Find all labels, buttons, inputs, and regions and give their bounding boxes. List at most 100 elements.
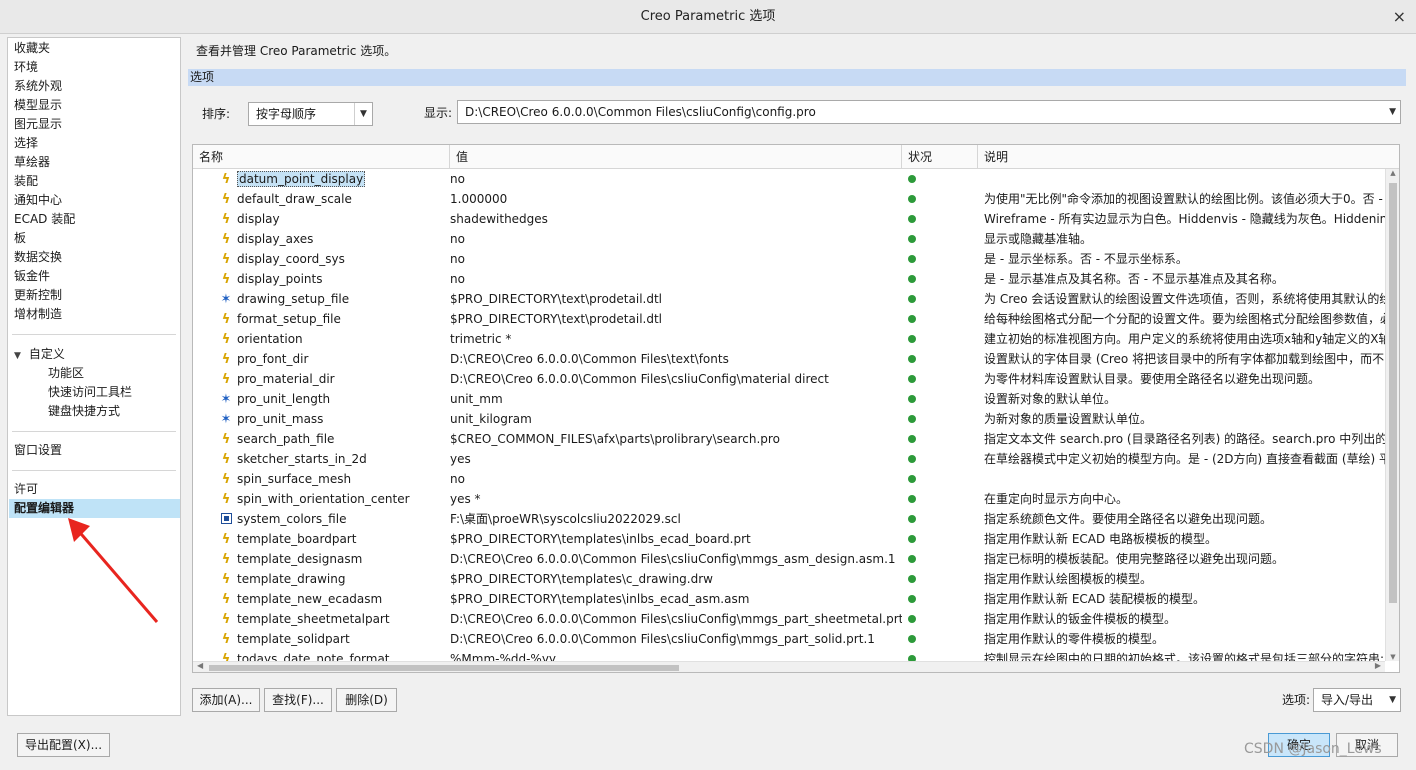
- option-name[interactable]: search_path_file: [237, 429, 445, 449]
- option-name[interactable]: default_draw_scale: [237, 189, 445, 209]
- close-icon[interactable]: ×: [1393, 0, 1406, 34]
- table-row[interactable]: ϟ orientation trimetric * 建立初始的标准视图方向。用户定义的…: [193, 329, 1385, 349]
- export-config-button[interactable]: 导出配置(X)...: [17, 733, 110, 757]
- column-header-status[interactable]: 状况: [902, 145, 978, 169]
- option-value[interactable]: D:\CREO\Creo 6.0.0.0\Common Files\csliuC…: [450, 369, 902, 389]
- option-name[interactable]: display_axes: [237, 229, 445, 249]
- nav-item-quick-access[interactable]: 快速访问工具栏: [48, 383, 132, 402]
- nav-item[interactable]: ECAD 装配: [14, 210, 75, 229]
- table-row[interactable]: ϟ display shadewithedges Wireframe - 所有实边显示…: [193, 209, 1385, 229]
- table-row[interactable]: ϟ pro_material_dir D:\CREO\Creo 6.0.0.0\Co…: [193, 369, 1385, 389]
- nav-item-license[interactable]: 许可: [14, 480, 38, 499]
- nav-item[interactable]: 更新控制: [14, 286, 62, 305]
- option-value[interactable]: D:\CREO\Creo 6.0.0.0\Common Files\text\f…: [450, 349, 902, 369]
- option-name[interactable]: template_drawing: [237, 569, 445, 589]
- nav-item[interactable]: 钣金件: [14, 267, 50, 286]
- nav-item[interactable]: 板: [14, 229, 26, 248]
- table-row[interactable]: ✶ pro_unit_mass unit_kilogram 为新对象的质量设置默认单位…: [193, 409, 1385, 429]
- option-name[interactable]: system_colors_file: [237, 509, 445, 529]
- scrollbar-thumb[interactable]: [209, 665, 679, 671]
- table-row[interactable]: ϟ template_sheetmetalpart D:\CREO\Creo 6.0…: [193, 609, 1385, 629]
- option-name[interactable]: template_sheetmetalpart: [237, 609, 445, 629]
- nav-item[interactable]: 选择: [14, 134, 38, 153]
- nav-group-custom[interactable]: ▼ 自定义: [14, 345, 65, 364]
- option-value[interactable]: $PRO_DIRECTORY\templates\c_drawing.drw: [450, 569, 902, 589]
- option-value[interactable]: no: [450, 249, 902, 269]
- table-row[interactable]: ✶ pro_unit_length unit_mm 设置新对象的默认单位。: [193, 389, 1385, 409]
- nav-item-window-settings[interactable]: 窗口设置: [14, 441, 62, 460]
- nav-item[interactable]: 增材制造: [14, 305, 62, 324]
- delete-button[interactable]: 删除(D): [336, 688, 397, 712]
- table-row[interactable]: ϟ display_axes no 显示或隐藏基准轴。: [193, 229, 1385, 249]
- option-value[interactable]: D:\CREO\Creo 6.0.0.0\Common Files\csliuC…: [450, 549, 902, 569]
- option-value[interactable]: yes *: [450, 489, 902, 509]
- option-name[interactable]: drawing_setup_file: [237, 289, 445, 309]
- option-name[interactable]: spin_surface_mesh: [237, 469, 445, 489]
- table-row[interactable]: ϟ search_path_file $CREO_COMMON_FILES\afx\…: [193, 429, 1385, 449]
- column-header-name[interactable]: 名称: [193, 145, 450, 169]
- option-value[interactable]: D:\CREO\Creo 6.0.0.0\Common Files\csliuC…: [450, 609, 902, 629]
- option-name[interactable]: orientation: [237, 329, 445, 349]
- option-value[interactable]: D:\CREO\Creo 6.0.0.0\Common Files\csliuC…: [450, 629, 902, 649]
- add-button[interactable]: 添加(A)...: [192, 688, 260, 712]
- option-name[interactable]: pro_material_dir: [237, 369, 445, 389]
- table-row[interactable]: ϟ spin_with_orientation_center yes * 在重定向时显…: [193, 489, 1385, 509]
- table-row[interactable]: ϟ template_drawing $PRO_DIRECTORY\template…: [193, 569, 1385, 589]
- table-row[interactable]: ϟ todays_date_note_format %Mmm-%dd-%yy 控制显示…: [193, 649, 1385, 661]
- option-name[interactable]: datum_point_display: [237, 169, 445, 189]
- option-value[interactable]: $PRO_DIRECTORY\templates\inlbs_ecad_boar…: [450, 529, 902, 549]
- table-row[interactable]: ϟ datum_point_display no: [193, 169, 1385, 189]
- option-name[interactable]: display_coord_sys: [237, 249, 445, 269]
- option-name[interactable]: pro_unit_mass: [237, 409, 445, 429]
- option-name[interactable]: pro_unit_length: [237, 389, 445, 409]
- option-value[interactable]: no: [450, 469, 902, 489]
- vertical-scrollbar[interactable]: ▲ ▼: [1385, 169, 1399, 661]
- table-row[interactable]: ϟ template_new_ecadasm $PRO_DIRECTORY\temp…: [193, 589, 1385, 609]
- nav-item[interactable]: 收藏夹: [14, 39, 50, 58]
- option-value[interactable]: %Mmm-%dd-%yy: [450, 649, 902, 661]
- table-row[interactable]: ϟ default_draw_scale 1.000000 为使用"无比例"命令添加的…: [193, 189, 1385, 209]
- table-row[interactable]: system_colors_file F:\桌面\proeWR\syscolcsl…: [193, 509, 1385, 529]
- scrollbar-thumb[interactable]: [1389, 183, 1397, 603]
- nav-item-keyboard-shortcuts[interactable]: 键盘快捷方式: [48, 402, 120, 421]
- option-value[interactable]: unit_mm: [450, 389, 902, 409]
- scroll-up-icon[interactable]: ▲: [1386, 169, 1399, 177]
- import-export-menu[interactable]: 导入/导出 ▼: [1313, 688, 1401, 712]
- option-value[interactable]: no: [450, 169, 902, 189]
- table-row[interactable]: ϟ template_solidpart D:\CREO\Creo 6.0.0.0\…: [193, 629, 1385, 649]
- nav-item[interactable]: 模型显示: [14, 96, 62, 115]
- option-name[interactable]: sketcher_starts_in_2d: [237, 449, 445, 469]
- option-name[interactable]: pro_font_dir: [237, 349, 445, 369]
- show-file-select[interactable]: D:\CREO\Creo 6.0.0.0\Common Files\csliuC…: [457, 100, 1401, 124]
- option-name[interactable]: display_points: [237, 269, 445, 289]
- scroll-right-icon[interactable]: ▶: [1375, 661, 1381, 670]
- find-button[interactable]: 查找(F)...: [264, 688, 332, 712]
- option-value[interactable]: F:\桌面\proeWR\syscolcsliu2022029.scl: [450, 509, 902, 529]
- option-name[interactable]: display: [237, 209, 445, 229]
- nav-item[interactable]: 数据交换: [14, 248, 62, 267]
- nav-item[interactable]: 草绘器: [14, 153, 50, 172]
- horizontal-scrollbar[interactable]: ◀ ▶: [193, 661, 1385, 672]
- table-row[interactable]: ϟ format_setup_file $PRO_DIRECTORY\text\pr…: [193, 309, 1385, 329]
- option-name[interactable]: template_designasm: [237, 549, 445, 569]
- column-header-description[interactable]: 说明: [978, 145, 1399, 169]
- option-value[interactable]: no: [450, 229, 902, 249]
- scroll-left-icon[interactable]: ◀: [197, 661, 203, 670]
- table-row[interactable]: ϟ sketcher_starts_in_2d yes 在草绘器模式中定义初始的模型方…: [193, 449, 1385, 469]
- option-value[interactable]: shadewithedges: [450, 209, 902, 229]
- option-name[interactable]: spin_with_orientation_center: [237, 489, 445, 509]
- option-name[interactable]: format_setup_file: [237, 309, 445, 329]
- option-value[interactable]: $PRO_DIRECTORY\text\prodetail.dtl: [450, 289, 902, 309]
- table-row[interactable]: ϟ spin_surface_mesh no: [193, 469, 1385, 489]
- option-name[interactable]: template_new_ecadasm: [237, 589, 445, 609]
- table-row[interactable]: ϟ display_points no 是 - 显示基准点及其名称。否 - 不显示基准…: [193, 269, 1385, 289]
- nav-item-ribbon[interactable]: 功能区: [48, 364, 84, 383]
- option-name[interactable]: template_solidpart: [237, 629, 445, 649]
- option-value[interactable]: $CREO_COMMON_FILES\afx\parts\prolibrary\…: [450, 429, 902, 449]
- option-value[interactable]: $PRO_DIRECTORY\templates\inlbs_ecad_asm.…: [450, 589, 902, 609]
- scroll-down-icon[interactable]: ▼: [1386, 653, 1399, 661]
- nav-item[interactable]: 图元显示: [14, 115, 62, 134]
- column-header-value[interactable]: 值: [450, 145, 902, 169]
- nav-item[interactable]: 通知中心: [14, 191, 62, 210]
- option-value[interactable]: 1.000000: [450, 189, 902, 209]
